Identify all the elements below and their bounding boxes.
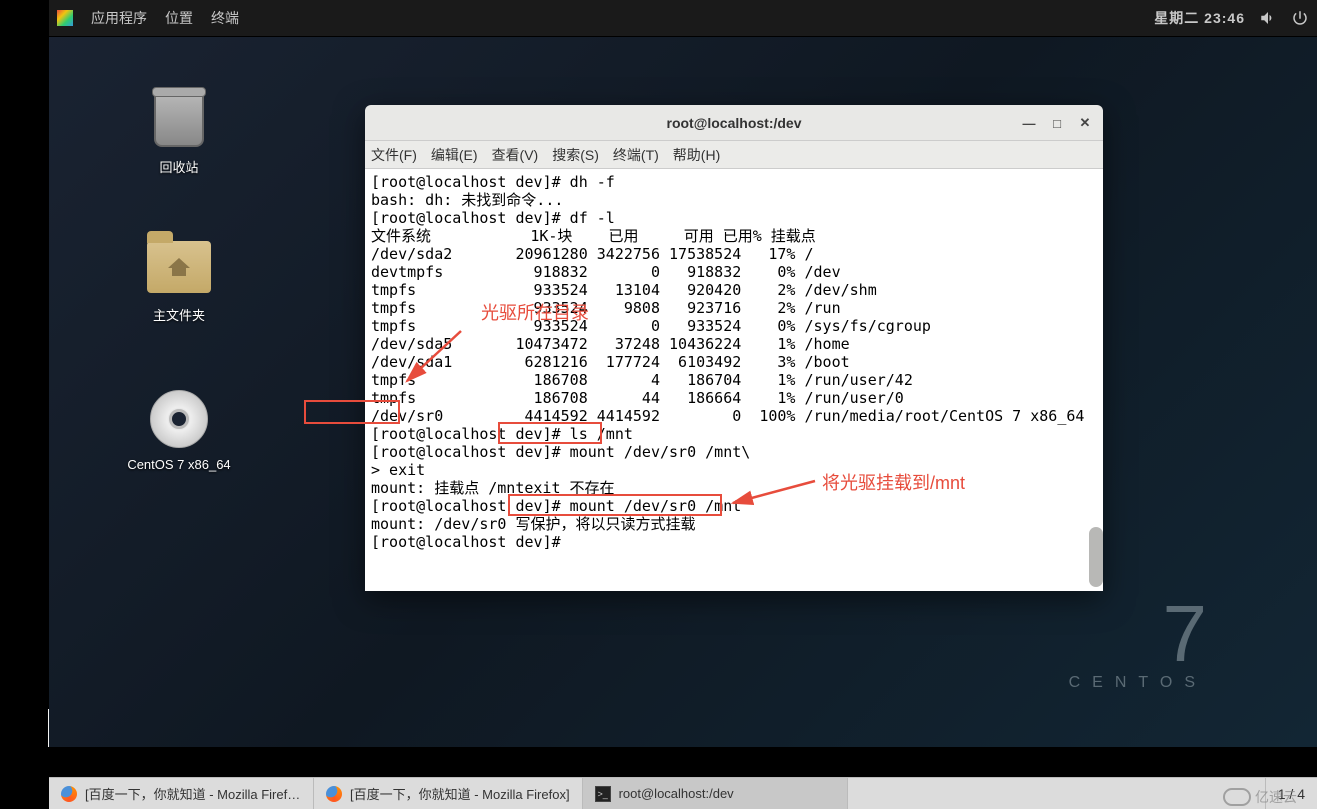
taskbar-item-label: [百度一下，你就知道 - Mozilla Firef… bbox=[85, 784, 300, 803]
close-button[interactable]: ✕ bbox=[1073, 111, 1097, 135]
cloud-icon bbox=[1223, 788, 1251, 806]
menu-help[interactable]: 帮助(H) bbox=[673, 145, 720, 165]
firefox-icon bbox=[61, 786, 77, 802]
taskbar-item-firefox-1[interactable]: [百度一下，你就知道 - Mozilla Firef… bbox=[49, 778, 314, 809]
top-panel: 应用程序 位置 终端 星期二 23:46 bbox=[49, 0, 1317, 37]
maximize-button[interactable]: □ bbox=[1045, 111, 1069, 135]
taskbar: [百度一下，你就知道 - Mozilla Firef… [百度一下，你就知道 -… bbox=[49, 777, 1317, 809]
menu-places[interactable]: 位置 bbox=[165, 8, 193, 28]
terminal-output[interactable]: [root@localhost dev]# dh -f bash: dh: 未找… bbox=[365, 169, 1103, 591]
power-icon[interactable] bbox=[1291, 9, 1309, 27]
menu-edit[interactable]: 编辑(E) bbox=[431, 145, 478, 165]
menu-terminal[interactable]: 终端(T) bbox=[613, 145, 659, 165]
menu-terminal[interactable]: 终端 bbox=[211, 8, 239, 28]
menu-applications[interactable]: 应用程序 bbox=[91, 8, 147, 28]
taskbar-item-terminal[interactable]: >_ root@localhost:/dev bbox=[583, 778, 848, 809]
terminal-menubar: 文件(F) 编辑(E) 查看(V) 搜索(S) 终端(T) 帮助(H) bbox=[365, 141, 1103, 169]
desktop-icon-label: CentOS 7 x86_64 bbox=[127, 457, 230, 472]
taskbar-item-label: [百度一下，你就知道 - Mozilla Firefox] bbox=[350, 784, 570, 803]
watermark: 亿速云 bbox=[1223, 787, 1297, 807]
menu-file[interactable]: 文件(F) bbox=[371, 145, 417, 165]
desktop-icon-disc[interactable]: CentOS 7 x86_64 bbox=[109, 387, 249, 472]
desktop[interactable]: 回收站 主文件夹 CentOS 7 x86_64 7 CENTOS root@l… bbox=[49, 37, 1317, 747]
desktop-icon-label: 主文件夹 bbox=[153, 305, 205, 324]
volume-icon[interactable] bbox=[1259, 9, 1277, 27]
applications-icon bbox=[57, 10, 73, 26]
window-titlebar[interactable]: root@localhost:/dev — □ ✕ bbox=[365, 105, 1103, 141]
taskbar-item-firefox-2[interactable]: [百度一下，你就知道 - Mozilla Firefox] bbox=[314, 778, 583, 809]
firefox-icon bbox=[326, 786, 342, 802]
desktop-icon-label: 回收站 bbox=[159, 157, 198, 176]
window-title: root@localhost:/dev bbox=[667, 115, 802, 131]
disc-icon bbox=[150, 390, 208, 448]
folder-icon bbox=[147, 241, 211, 293]
centos-logo: 7 CENTOS bbox=[1069, 594, 1207, 692]
terminal-window: root@localhost:/dev — □ ✕ 文件(F) 编辑(E) 查看… bbox=[365, 105, 1103, 591]
clock[interactable]: 星期二 23:46 bbox=[1154, 8, 1245, 28]
menu-search[interactable]: 搜索(S) bbox=[552, 145, 599, 165]
desktop-icon-home[interactable]: 主文件夹 bbox=[109, 235, 249, 324]
desktop-icon-trash[interactable]: 回收站 bbox=[109, 87, 249, 176]
menu-view[interactable]: 查看(V) bbox=[492, 145, 539, 165]
taskbar-item-label: root@localhost:/dev bbox=[619, 786, 734, 801]
terminal-icon: >_ bbox=[595, 786, 611, 802]
scrollbar[interactable] bbox=[1089, 527, 1103, 587]
minimize-button[interactable]: — bbox=[1017, 111, 1041, 135]
trash-icon bbox=[154, 91, 204, 147]
